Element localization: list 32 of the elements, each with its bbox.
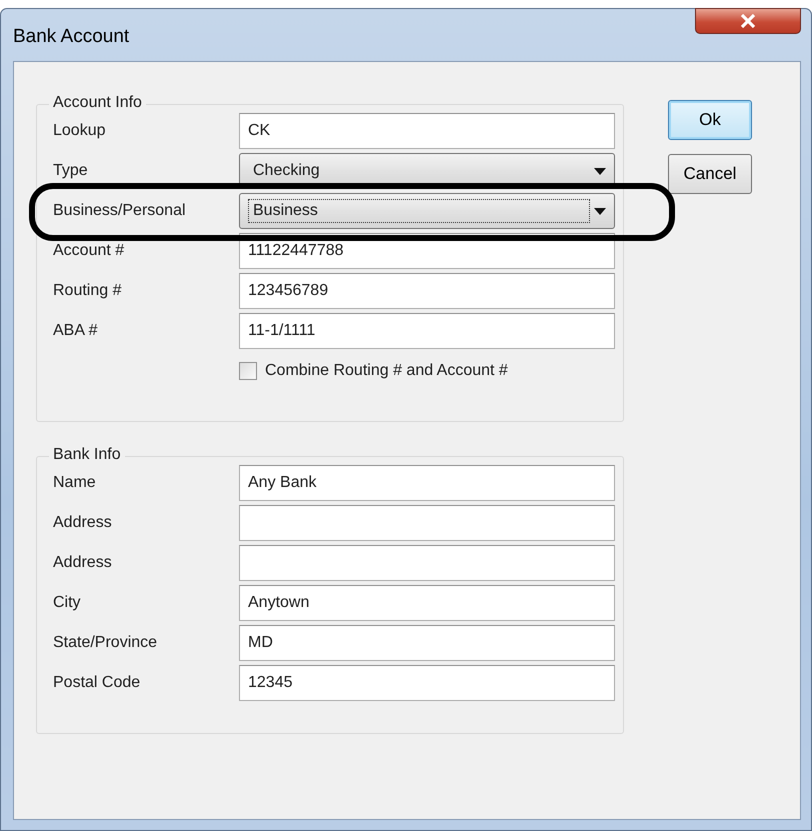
checkbox[interactable] [239, 362, 257, 380]
close-icon [740, 14, 756, 28]
text-field[interactable]: Any Bank [239, 465, 615, 501]
text-field[interactable]: MD [239, 625, 615, 661]
text-field[interactable]: 11-1/1111 [239, 313, 615, 349]
field-label: Type [53, 162, 89, 180]
text-field[interactable]: 11122447788 [239, 233, 615, 269]
text-field[interactable]: 12345 [239, 665, 615, 701]
dropdown[interactable]: Business [239, 193, 615, 229]
field-label: Postal Code [53, 674, 142, 692]
field-label: Address [53, 514, 113, 532]
text-field[interactable]: Anytown [239, 585, 615, 621]
field-label: Address [53, 554, 113, 572]
caret-icon [594, 208, 606, 214]
checkbox-label: Combine Routing # and Account # [265, 362, 508, 380]
dialog-button[interactable]: Cancel [668, 154, 752, 194]
close-button[interactable] [695, 8, 801, 34]
field-label: Lookup [53, 122, 106, 140]
dialog-button[interactable]: Ok [668, 100, 752, 140]
field-label: Name [53, 474, 97, 492]
field-label: ABA # [53, 322, 98, 340]
text-field[interactable] [239, 505, 615, 541]
field-label: City [53, 594, 82, 612]
field-label: Account # [53, 242, 126, 260]
text-field[interactable]: 123456789 [239, 273, 615, 309]
field-label: Business/Personal [53, 202, 187, 220]
text-field[interactable]: CK [239, 113, 615, 149]
field-label: Routing # [53, 282, 122, 300]
field-label: State/Province [53, 634, 158, 652]
window-title: Bank Account [13, 26, 130, 48]
text-field[interactable] [239, 545, 615, 581]
caret-icon [594, 168, 606, 174]
